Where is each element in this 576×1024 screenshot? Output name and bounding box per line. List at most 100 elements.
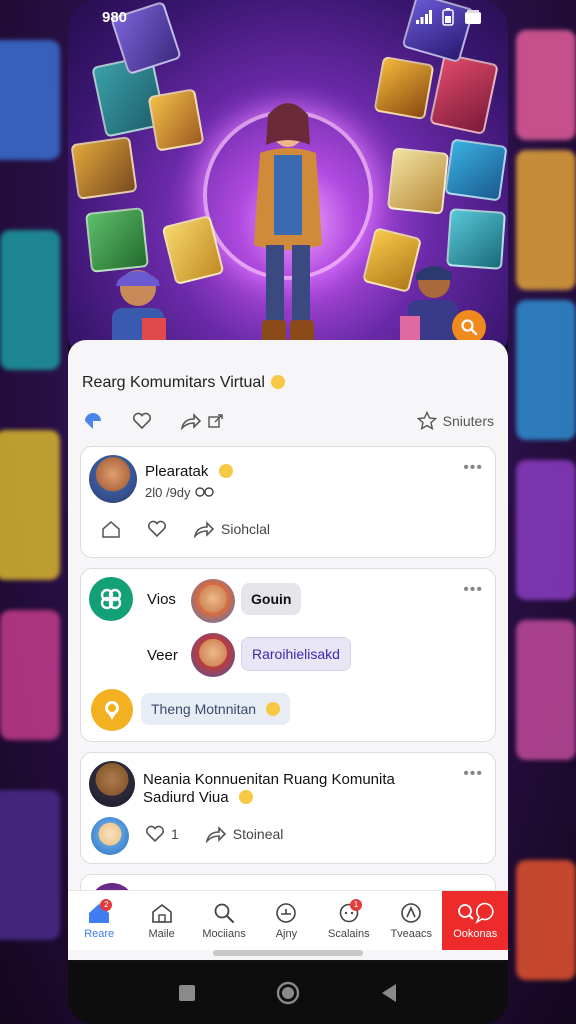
hero-card-art — [70, 136, 138, 200]
avatar[interactable] — [89, 761, 135, 807]
like-button[interactable] — [132, 412, 152, 430]
post-share-button[interactable]: Stoineal — [205, 825, 284, 843]
home-button-icon[interactable] — [276, 981, 300, 1005]
hero-card-art — [147, 88, 205, 152]
hero-card-art — [444, 138, 508, 202]
nav-label: Maile — [148, 927, 175, 940]
post-share-button[interactable]: Siohclal — [193, 520, 270, 538]
community-logo[interactable] — [89, 577, 133, 621]
avatar[interactable] — [91, 689, 133, 731]
nav-item-mociians[interactable]: Mociians — [193, 891, 255, 950]
external-link-icon — [208, 414, 223, 428]
nav-item-maile[interactable]: Maile — [130, 891, 192, 950]
background-tile — [516, 150, 576, 290]
post-share-label: Siohclal — [221, 521, 271, 537]
community-card[interactable]: Vios Gouin ••• Veer Raroihielisakd Theng… — [80, 568, 496, 742]
post-card[interactable]: Plearatak 2l0 /9dy ••• Siohclal — [80, 446, 496, 558]
background-tile — [0, 430, 60, 580]
like-button[interactable]: 1 — [145, 825, 179, 843]
feed-action-row: Sniuters — [82, 408, 494, 434]
hero-search-button[interactable] — [452, 310, 486, 344]
nav-item-tveaacs[interactable]: Tveaacs — [380, 891, 442, 950]
emoji-icon — [270, 375, 285, 389]
status-bar: 980 — [68, 0, 508, 34]
background-tile — [516, 860, 576, 980]
post-author-name[interactable]: Neania Konnuenitan Ruang Komunita — [143, 771, 395, 788]
signal-icon — [416, 10, 432, 24]
search-icon — [214, 903, 235, 923]
feed-panel: Rearg Komumitars Virtual Sniuters Pleara… — [68, 340, 508, 960]
like-count: 1 — [171, 826, 179, 842]
post-actions: 1 Stoineal — [145, 825, 283, 843]
avatar[interactable] — [191, 633, 235, 677]
feed-share-button[interactable]: Sniuters — [416, 411, 494, 431]
compass-icon — [276, 902, 297, 923]
background-tile — [0, 610, 60, 740]
avatar[interactable] — [89, 455, 137, 503]
hero-character-illustration — [254, 103, 322, 348]
community-row-label: Veer — [147, 647, 178, 664]
nav-label: Mociians — [202, 927, 246, 940]
heart-icon — [132, 412, 152, 430]
post-actions: Siohclal — [101, 519, 270, 539]
star-outline-icon — [416, 411, 437, 430]
status-time: 980 — [102, 8, 128, 26]
community-tag-pill[interactable]: Raroihielisakd — [241, 637, 351, 671]
nav-label: Ookonas — [453, 927, 498, 940]
nav-label: Scalains — [328, 927, 370, 940]
pin-icon — [85, 413, 101, 429]
hero-card-art — [386, 147, 450, 215]
home-indicator[interactable] — [213, 950, 363, 956]
home-outline-icon[interactable] — [101, 519, 121, 539]
wallet-icon — [465, 10, 481, 24]
background-tile — [516, 30, 576, 140]
system-navigation-bar — [68, 962, 508, 1024]
community-tag-pill[interactable]: Theng Motnnitan — [141, 693, 290, 725]
hero-banner — [68, 0, 508, 358]
location-pin-icon — [105, 701, 119, 720]
nav-item-reare[interactable]: 2 Reare — [68, 891, 130, 950]
nav-item-ookonas[interactable]: Ookonas — [442, 891, 508, 950]
post-meta-text: 2l0 /9dy — [145, 485, 191, 500]
house-outline-icon — [151, 903, 172, 923]
forward-button[interactable] — [180, 412, 224, 430]
community-tag-pill-text: Theng Motnnitan — [151, 701, 257, 717]
background-tile — [516, 300, 576, 440]
community-logo-icon — [100, 588, 122, 610]
link-icon — [195, 487, 214, 497]
avatar[interactable] — [91, 817, 129, 855]
post-author-name[interactable]: Plearatak — [145, 463, 233, 480]
recent-apps-icon[interactable] — [178, 984, 196, 1002]
feed-title: Rearg Komumitars Virtual — [82, 374, 285, 392]
more-options-icon[interactable]: ••• — [463, 581, 483, 599]
heart-icon[interactable] — [147, 520, 167, 538]
avatar[interactable] — [191, 579, 235, 623]
search-icon — [461, 319, 478, 336]
feed-share-label: Sniuters — [442, 413, 494, 429]
notification-button[interactable] — [82, 410, 104, 432]
nav-label: Reare — [84, 927, 115, 940]
post-author-subtitle: Sadiurd Viua — [143, 789, 253, 806]
back-icon[interactable] — [380, 983, 398, 1003]
more-options-icon[interactable]: ••• — [463, 459, 483, 477]
search-chat-icon — [458, 902, 494, 924]
hero-card-art — [429, 52, 499, 136]
more-options-icon[interactable]: ••• — [463, 765, 483, 783]
share-arrow-icon — [193, 521, 215, 538]
post-share-label: Stoineal — [232, 826, 284, 842]
post-meta: 2l0 /9dy — [145, 485, 216, 500]
explore-icon — [401, 902, 422, 923]
background-tile — [516, 620, 576, 760]
emoji-icon — [218, 464, 233, 478]
community-tag-pill[interactable]: Gouin — [241, 583, 302, 615]
community-row-label: Vios — [147, 591, 176, 608]
nav-label: Tveaacs — [390, 927, 433, 940]
share-arrow-icon — [205, 826, 226, 843]
nav-label: Ajny — [275, 927, 298, 940]
feed-title-text: Rearg Komumitars Virtual — [82, 374, 265, 391]
nav-item-ajny[interactable]: Ajny — [255, 891, 317, 950]
background-tile — [0, 40, 60, 160]
background-tile — [0, 230, 60, 370]
nav-item-scalains[interactable]: 1 Scalains — [318, 891, 380, 950]
post-card[interactable]: Neania Konnuenitan Ruang Komunita Sadiur… — [80, 752, 496, 864]
